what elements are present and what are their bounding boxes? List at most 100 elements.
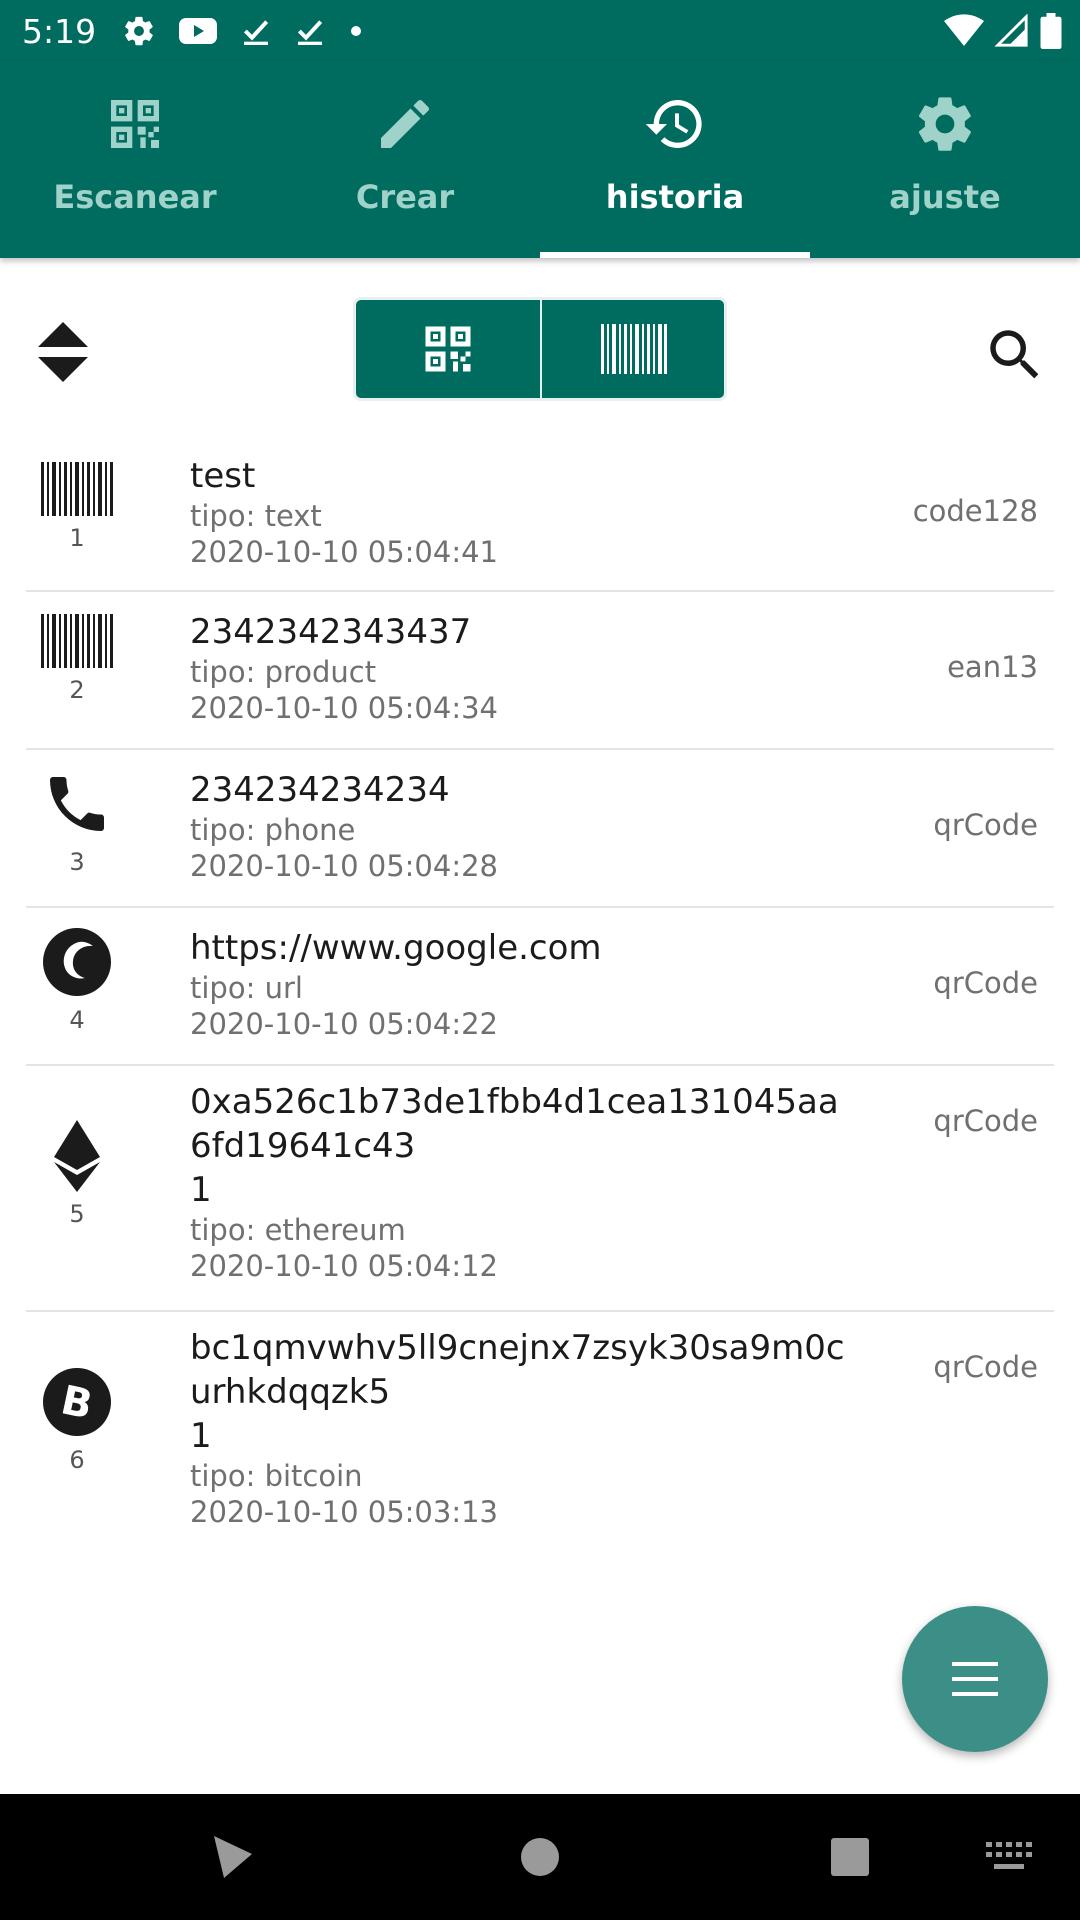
- item-leading: B 6: [26, 1366, 128, 1474]
- active-tab-indicator: [540, 252, 810, 258]
- item-content: bc1qmvwhv5ll9cnejnx7zsyk30sa9m0c urhkdqq…: [190, 1326, 890, 1530]
- tab-label: Escanear: [53, 178, 217, 216]
- item-date: 2020-10-10 05:04:12: [190, 1249, 498, 1283]
- item-content: 234234234234 tipo: phone 2020-10-10 05:0…: [190, 768, 890, 884]
- barcode-icon: [601, 324, 667, 374]
- menu-fab[interactable]: [902, 1606, 1048, 1752]
- item-title: 2342342343437: [190, 612, 472, 652]
- item-type: tipo: text: [190, 499, 322, 533]
- item-title-line: 0xa526c1b73de1fbb4d1cea131045aa: [190, 1082, 839, 1122]
- list-item[interactable]: 4 https://www.google.com tipo: url 2020-…: [0, 908, 1080, 1066]
- item-leading: 2: [26, 614, 128, 704]
- wifi-icon: [944, 14, 984, 47]
- item-leading: 5: [26, 1120, 128, 1228]
- item-format: qrCode: [933, 1350, 1038, 1384]
- item-leading: 1: [26, 462, 128, 552]
- phone-icon: [50, 777, 104, 831]
- history-list: 1 test tipo: text 2020-10-10 05:04:41 co…: [0, 440, 1080, 1558]
- barcode-filter-button[interactable]: [542, 300, 724, 398]
- item-title: test: [190, 456, 256, 496]
- item-title-line: 1: [190, 1416, 212, 1456]
- tab-label: ajuste: [889, 178, 1001, 216]
- item-date: 2020-10-10 05:03:13: [190, 1495, 498, 1529]
- item-format: code128: [912, 494, 1038, 528]
- item-title: 234234234234: [190, 770, 450, 810]
- tab-label: Crear: [355, 178, 455, 216]
- tab-label: historia: [605, 178, 745, 216]
- bitcoin-icon: B: [43, 1368, 111, 1436]
- item-title-line: 6fd19641c43: [190, 1126, 416, 1166]
- code-type-filter: [353, 297, 727, 401]
- list-item[interactable]: 2 2342342343437 tipo: product 2020-10-10…: [0, 592, 1080, 750]
- item-format: ean13: [947, 650, 1038, 684]
- item-index: 6: [69, 1446, 85, 1474]
- item-type: tipo: url: [190, 971, 303, 1005]
- qr-code-filter-button[interactable]: [356, 300, 540, 398]
- pencil-icon: [381, 99, 430, 148]
- item-type: tipo: phone: [190, 813, 356, 847]
- item-format: qrCode: [933, 808, 1038, 842]
- home-icon: [521, 1838, 559, 1876]
- search-icon[interactable]: [982, 322, 1048, 388]
- item-leading: 3: [26, 768, 128, 876]
- qr-code-icon: [111, 100, 159, 148]
- menu-icon: [952, 1662, 998, 1696]
- item-title-line: 1: [190, 1170, 212, 1210]
- ethereum-icon: [54, 1120, 100, 1192]
- item-content: test tipo: text 2020-10-10 05:04:41: [190, 454, 890, 570]
- item-type: tipo: product: [190, 655, 377, 689]
- item-content: 2342342343437 tipo: product 2020-10-10 0…: [190, 610, 890, 726]
- item-index: 4: [69, 1006, 85, 1034]
- history-icon: [645, 100, 702, 148]
- keyboard-button[interactable]: [976, 1824, 1042, 1890]
- list-item[interactable]: 1 test tipo: text 2020-10-10 05:04:41 co…: [0, 440, 1080, 592]
- item-content: 0xa526c1b73de1fbb4d1cea131045aa 6fd19641…: [190, 1080, 890, 1284]
- tab-ajuste[interactable]: ajuste: [810, 62, 1080, 258]
- item-type: tipo: ethereum: [190, 1213, 406, 1247]
- navigation-bar: [0, 1794, 1080, 1920]
- dot-icon: [351, 26, 361, 36]
- qr-code-icon: [425, 326, 471, 372]
- check-icon: [297, 20, 323, 45]
- settings-icon: [125, 16, 153, 46]
- list-item[interactable]: 5 0xa526c1b73de1fbb4d1cea131045aa 6fd196…: [0, 1066, 1080, 1312]
- sort-icon[interactable]: [38, 322, 88, 382]
- item-index: 1: [69, 524, 85, 552]
- back-button[interactable]: [198, 1824, 264, 1890]
- item-type: tipo: bitcoin: [190, 1459, 363, 1493]
- gear-icon: [918, 97, 971, 151]
- item-title-line: bc1qmvwhv5ll9cnejnx7zsyk30sa9m0c: [190, 1328, 845, 1368]
- tab-bar: Escanear Crear historia ajuste: [0, 62, 1080, 258]
- back-icon: [214, 1836, 252, 1878]
- youtube-icon: [179, 18, 217, 44]
- item-date: 2020-10-10 05:04:22: [190, 1007, 498, 1041]
- item-format: qrCode: [933, 966, 1038, 1000]
- list-item[interactable]: 3 234234234234 tipo: phone 2020-10-10 05…: [0, 750, 1080, 908]
- tab-historia[interactable]: historia: [540, 62, 810, 258]
- barcode-icon: [41, 462, 113, 516]
- barcode-icon: [41, 614, 113, 668]
- item-date: 2020-10-10 05:04:34: [190, 691, 498, 725]
- recents-icon: [831, 1838, 869, 1876]
- notification-icons: [122, 13, 364, 49]
- item-leading: 4: [26, 926, 128, 1034]
- list-item[interactable]: B 6 bc1qmvwhv5ll9cnejnx7zsyk30sa9m0c urh…: [0, 1312, 1080, 1558]
- tab-crear[interactable]: Crear: [270, 62, 540, 258]
- battery-icon: [1040, 13, 1062, 49]
- item-title-line: urhkdqqzk5: [190, 1372, 391, 1412]
- keyboard-icon: [986, 1842, 1032, 1869]
- status-time: 5:19: [22, 12, 97, 51]
- recents-button[interactable]: [817, 1824, 883, 1890]
- signal-icon: [994, 14, 1028, 47]
- globe-icon: [43, 928, 111, 996]
- item-index: 2: [69, 676, 85, 704]
- status-bar: 5:19: [0, 0, 1080, 62]
- tab-escanear[interactable]: Escanear: [0, 62, 270, 258]
- item-content: https://www.google.com tipo: url 2020-10…: [190, 926, 890, 1042]
- item-date: 2020-10-10 05:04:41: [190, 535, 498, 569]
- item-index: 3: [69, 848, 85, 876]
- check-icon: [243, 20, 269, 45]
- item-format: qrCode: [933, 1104, 1038, 1138]
- home-button[interactable]: [507, 1824, 573, 1890]
- item-index: 5: [69, 1200, 85, 1228]
